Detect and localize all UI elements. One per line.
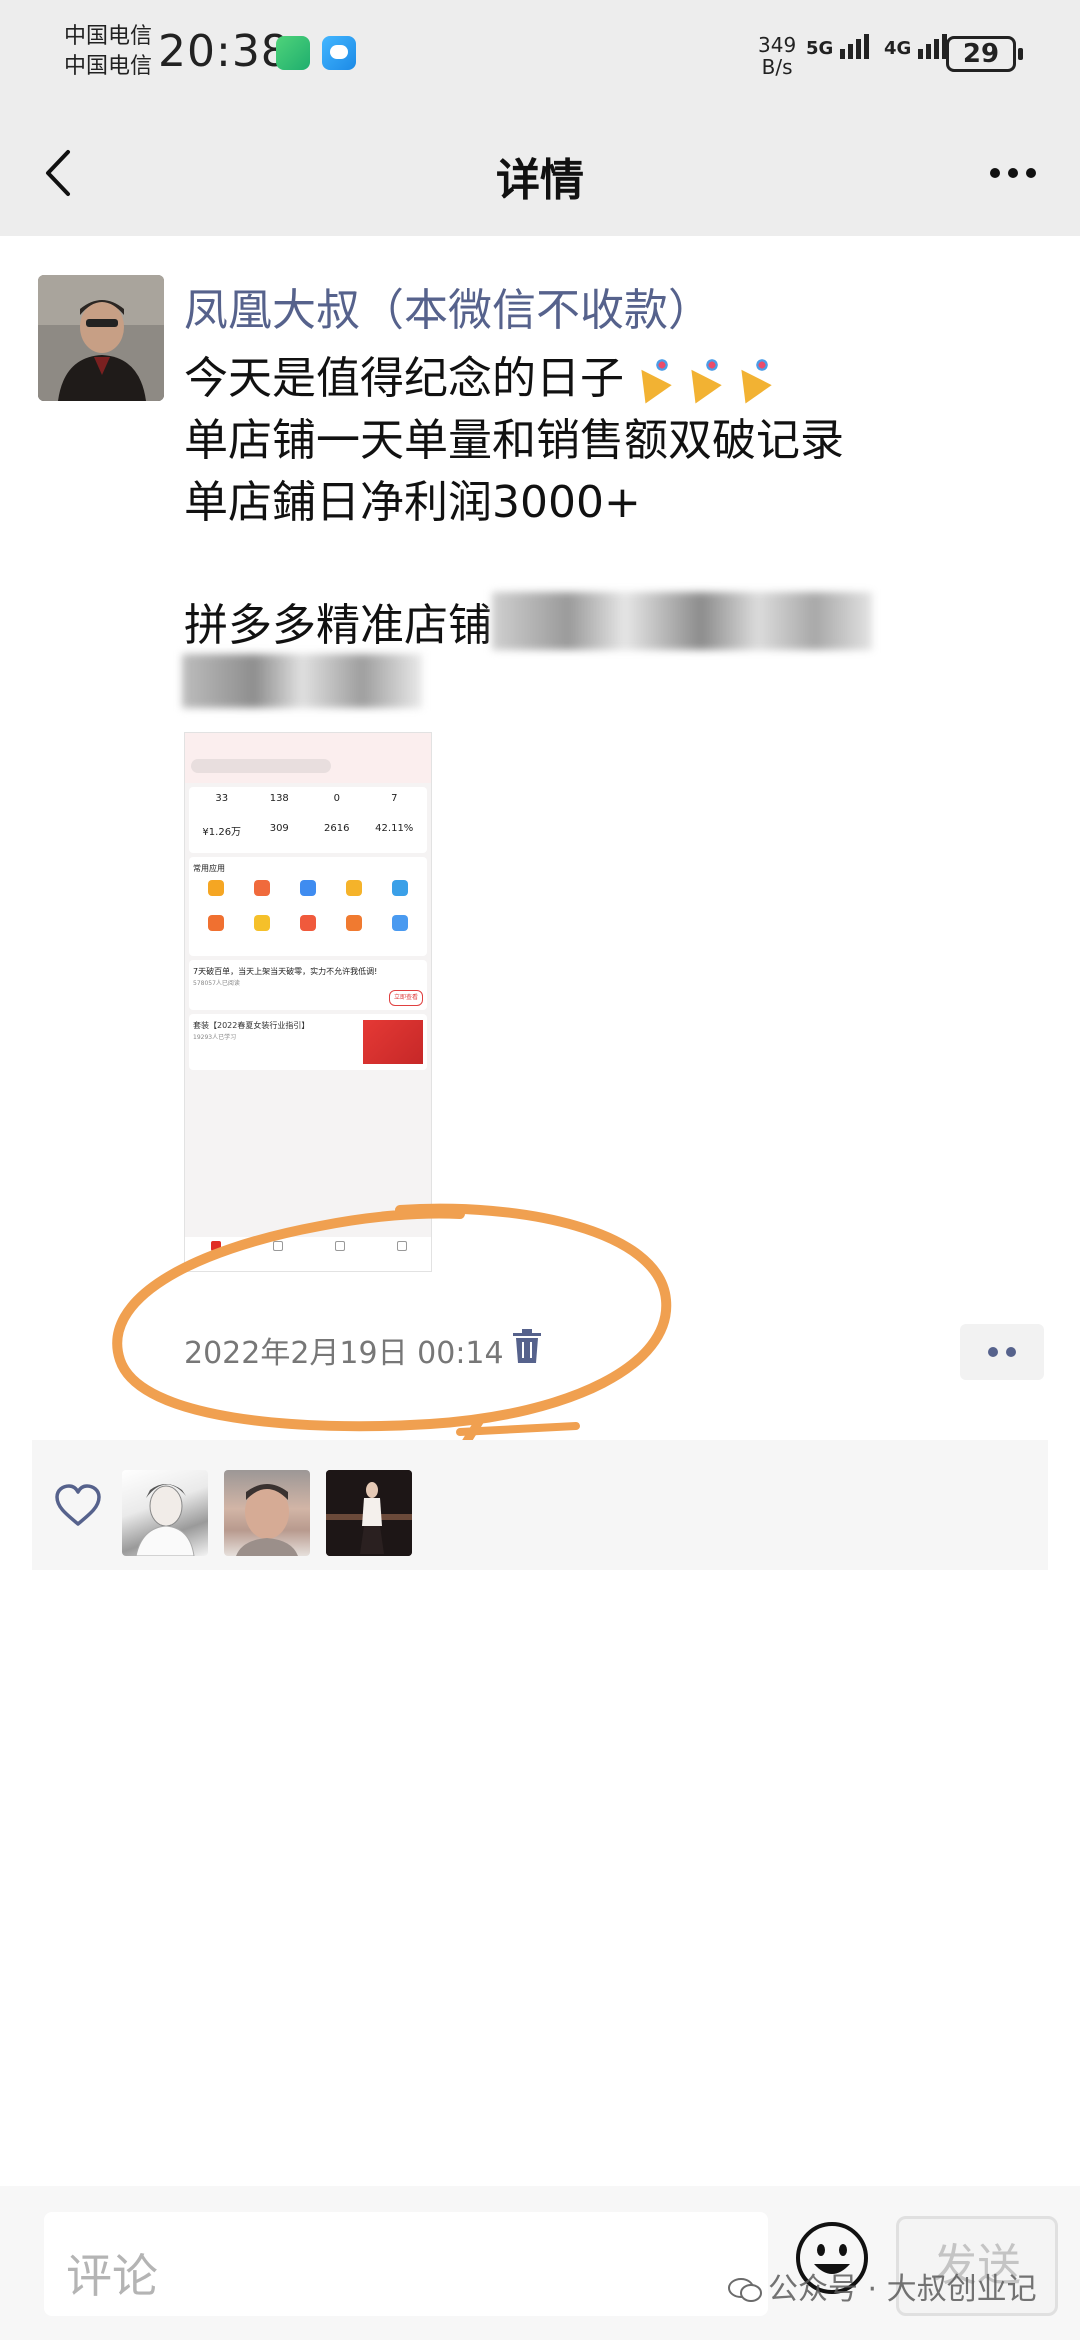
carrier-2: 中国电信: [64, 54, 153, 79]
image-stat: 309: [269, 823, 289, 834]
comment-bar: 评论 发送: [0, 2186, 1080, 2340]
trash-icon[interactable]: [512, 1328, 542, 1364]
image-stat: ¥1.26万: [202, 827, 242, 838]
battery-icon: 29: [946, 36, 1023, 72]
watermark: 公众号 · 大叔创业记: [728, 2264, 1037, 2308]
more-icon[interactable]: [986, 158, 1042, 188]
post-line-1: 今天是值得纪念的日子: [184, 348, 1044, 410]
image-stat: 33: [215, 793, 229, 804]
signal-5g-icon: 5G: [806, 34, 872, 59]
party-popper-icon: [730, 355, 774, 399]
heart-icon: [54, 1484, 102, 1528]
redacted-text: [492, 592, 872, 650]
post-image[interactable]: 33 138 0 7 ¥1.26万 309 2616 42.11% 常用应用 7…: [184, 732, 432, 1272]
liker-avatar[interactable]: [224, 1470, 310, 1556]
nav-bar: 详情: [0, 110, 1080, 236]
image-tab-bar: [185, 1237, 431, 1271]
party-popper-icon: [680, 355, 724, 399]
image-stat: 2616: [324, 823, 350, 834]
image-apps-card: 常用应用: [189, 857, 427, 956]
liker-avatar[interactable]: [122, 1470, 208, 1556]
image-shop-header: [185, 751, 431, 783]
image-status-bar: [185, 733, 431, 751]
comment-like-menu-button[interactable]: [960, 1324, 1044, 1380]
post-line-2: 单店铺一天单量和销售额双破记录: [184, 415, 844, 466]
carrier-labels: 中国电信 中国电信: [64, 22, 152, 82]
post-timestamp: 2022年2月19日 00:14: [184, 1336, 504, 1371]
author-name[interactable]: 凤凰大叔（本微信不收款）: [184, 274, 712, 338]
likes-panel: [32, 1440, 1048, 1570]
image-news-card: 7天破百单，当天上架当天破零，实力不允许我低调! 578057人已阅读 立即查看: [189, 960, 427, 1010]
page-title: 详情: [496, 155, 584, 206]
image-stat: 7: [391, 793, 398, 804]
message-notification-icon: [322, 36, 356, 70]
post-line-5: [182, 654, 1044, 716]
author-avatar[interactable]: [38, 275, 164, 401]
image-stat: 138: [269, 793, 289, 804]
image-kit-cover: [363, 1020, 423, 1064]
image-stat: 42.11%: [375, 823, 414, 834]
post-line-4: 拼多多精准店铺: [184, 592, 1044, 654]
party-popper-icon: [630, 355, 674, 399]
wechat-icon: [728, 2278, 762, 2302]
carrier-1: 中国电信: [64, 24, 153, 49]
image-stat: 0: [333, 793, 340, 804]
liker-avatar[interactable]: [326, 1470, 412, 1556]
redacted-text: [182, 654, 422, 708]
signal-4g-icon: 4G: [884, 34, 950, 59]
image-kit-card: 套装【2022春夏女装行业指引】 19293人已学习: [189, 1014, 427, 1070]
app-notification-icon: [276, 36, 310, 70]
post-content: 今天是值得纪念的日子 单店铺一天单量和销售额双破记录 单店鋪日净利润3000+ …: [182, 348, 1044, 716]
status-time: 20:38: [158, 26, 290, 77]
network-speed: 349 B/s: [758, 33, 797, 79]
image-stats-card: 33 138 0 7 ¥1.26万 309 2616 42.11%: [189, 787, 427, 853]
comment-input[interactable]: 评论: [44, 2212, 768, 2316]
post-line-3: 单店鋪日净利润3000+: [184, 477, 641, 528]
status-bar: 中国电信 中国电信 20:38 349 B/s 5G 4G 29: [0, 0, 1080, 110]
